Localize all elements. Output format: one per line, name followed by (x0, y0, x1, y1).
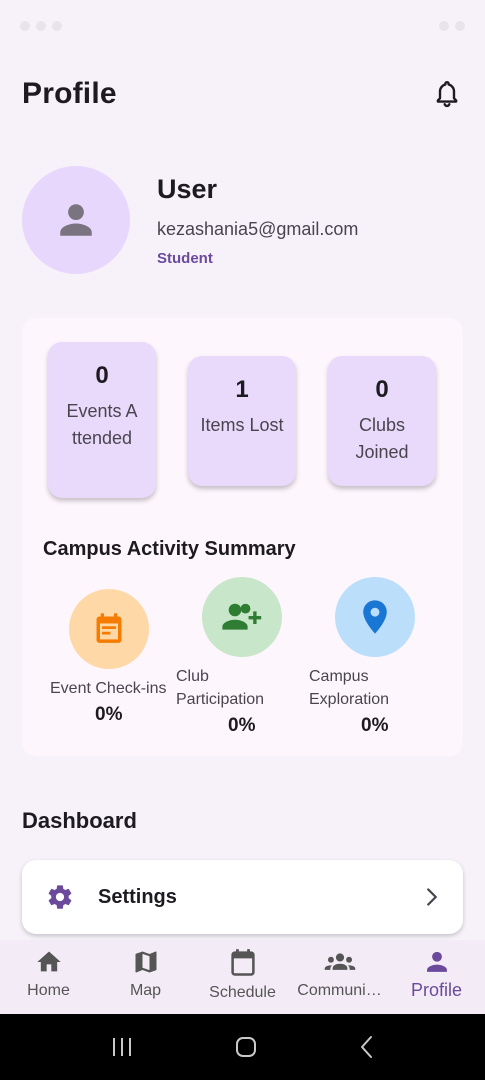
stat-card-items[interactable]: 1 Items Lost (188, 356, 296, 486)
page-title: Profile (22, 77, 117, 110)
stat-label: Items Lost (200, 415, 284, 435)
activity-summary-title: Campus Activity Summary (43, 538, 296, 560)
home-button-icon[interactable] (234, 1035, 258, 1059)
notifications-button[interactable] (427, 74, 467, 114)
event-checkins-circle (69, 589, 149, 669)
home-icon (36, 951, 61, 972)
nav-label: Home (27, 982, 70, 999)
location-pin-icon (363, 600, 387, 634)
battery-icon (455, 21, 465, 31)
notification-icon (36, 21, 46, 31)
stat-value: 1 (235, 376, 249, 403)
calendar-icon (230, 949, 255, 976)
status-bar (0, 0, 485, 52)
settings-button[interactable]: Settings (22, 860, 463, 934)
dashboard-title: Dashboard (22, 808, 137, 833)
nav-label: Schedule (209, 984, 276, 1001)
user-role: Student (157, 250, 213, 267)
stat-card-clubs[interactable]: 0 Clubs Joined (328, 356, 436, 486)
groups-icon (324, 953, 355, 970)
signal-icon (439, 21, 449, 31)
bottom-nav: Home Map Schedule Communi… Profile (0, 940, 485, 1014)
event-checkins-value: 0% (95, 704, 123, 725)
club-participation-circle (202, 577, 282, 657)
nav-item-home[interactable]: Home (0, 940, 97, 1014)
stats-panel: 0 Events Attended 1 Items Lost 0 Clubs J… (22, 318, 463, 756)
nav-item-map[interactable]: Map (97, 940, 194, 1014)
map-icon (135, 951, 156, 973)
back-icon[interactable] (359, 1035, 375, 1059)
nav-label: Communi… (297, 982, 382, 999)
status-left-icons (20, 21, 62, 31)
person-icon (60, 204, 92, 236)
campus-exploration-circle (335, 577, 415, 657)
user-name: User (157, 174, 218, 204)
profile-info: User kezashania5@gmail.com Student (157, 166, 358, 276)
system-nav-bar (0, 1014, 485, 1080)
stat-label: Events Attended (66, 401, 138, 448)
gear-icon (48, 885, 72, 909)
user-email: kezashania5@gmail.com (157, 219, 359, 239)
campus-exploration-label-text: Campus Exploration (309, 668, 390, 708)
nav-item-profile[interactable]: Profile (388, 940, 485, 1014)
stat-value: 0 (375, 376, 389, 403)
nav-label: Map (129, 982, 162, 999)
nav-item-schedule[interactable]: Schedule (194, 940, 291, 1014)
person-icon (426, 951, 447, 972)
calendar-icon (96, 613, 122, 643)
bell-icon (436, 80, 458, 108)
profile-header: User kezashania5@gmail.com Student (22, 166, 462, 276)
stat-card-events[interactable]: 0 Events Attended (48, 342, 156, 498)
notification-icon (20, 21, 30, 31)
notification-icon (52, 21, 62, 31)
avatar[interactable] (22, 166, 130, 274)
nav-item-community[interactable]: Communi… (291, 940, 388, 1014)
club-participation-label-text: Club Participation (176, 668, 265, 708)
stat-value: 0 (95, 362, 109, 389)
campus-exploration-value: 0% (361, 715, 389, 736)
group-add-icon (222, 603, 262, 630)
settings-label: Settings (98, 885, 177, 908)
campus-exploration-label: Campus Exploration (309, 665, 409, 711)
app-bar: Profile (0, 60, 485, 128)
club-participation-label: Club Participation (176, 665, 286, 711)
recent-apps-icon[interactable] (110, 1036, 134, 1058)
chevron-right-icon (427, 888, 437, 906)
club-participation-value: 0% (228, 715, 256, 736)
stat-label: Clubs Joined (355, 415, 409, 462)
status-right-icons (439, 21, 465, 31)
event-checkins-label: Event Check-ins (50, 680, 167, 697)
nav-label: Profile (410, 980, 463, 1000)
